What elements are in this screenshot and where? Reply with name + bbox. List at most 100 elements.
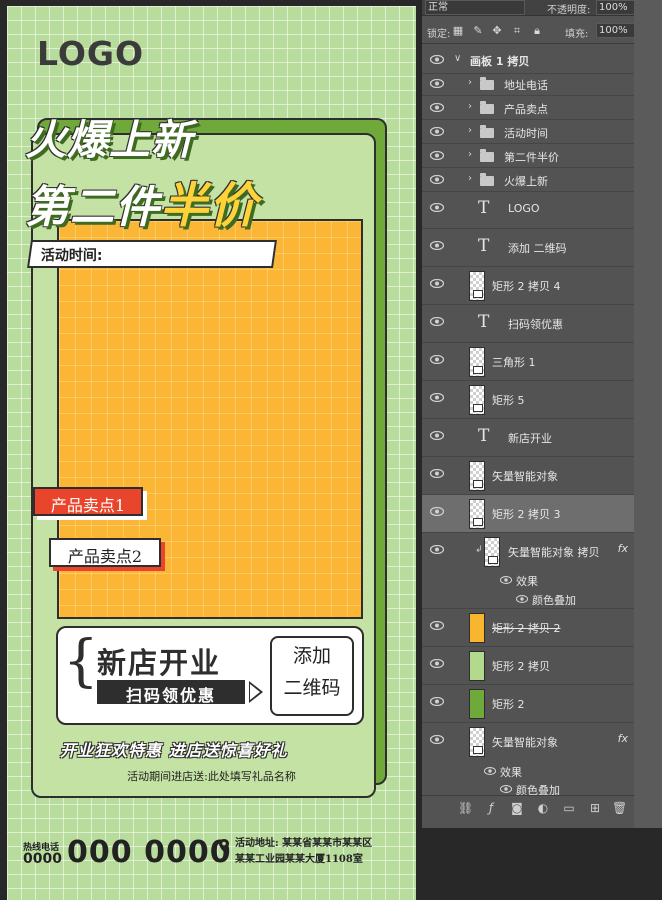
fx-icon[interactable]: ƒ: [484, 801, 498, 815]
eye-icon[interactable]: [430, 151, 444, 160]
move-lock-icon[interactable]: ✥: [491, 25, 503, 37]
checker-lock-icon[interactable]: ▦: [452, 25, 464, 37]
layer-row[interactable]: 矩形 2: [422, 685, 634, 723]
new-shop-title: 新店开业: [97, 646, 222, 680]
brush-lock-icon[interactable]: ✎: [472, 25, 484, 37]
layer-row-selected[interactable]: 矩形 2 拷贝 3: [422, 495, 634, 533]
qr-line-2: 二维码: [283, 676, 341, 699]
layer-name: 矩形 2 拷贝 3: [492, 508, 561, 521]
link-icon[interactable]: ⛓︎: [458, 801, 473, 815]
headline-half-price: 第二件半价: [25, 166, 258, 236]
adjustment-icon[interactable]: ◐: [536, 801, 550, 815]
layer-row[interactable]: T 扫码领优惠: [422, 305, 634, 343]
layer-row[interactable]: 矩形 2 拷贝 2: [422, 609, 634, 647]
chevron-right-icon[interactable]: ›: [468, 77, 472, 88]
eye-icon[interactable]: [430, 431, 444, 440]
folder-icon[interactable]: ▭: [562, 801, 576, 815]
fill-input[interactable]: 100%: [596, 23, 636, 38]
folder-icon: [480, 77, 494, 90]
eye-icon[interactable]: [484, 767, 496, 775]
mask-icon[interactable]: ◙: [510, 801, 524, 815]
eye-icon[interactable]: [430, 279, 444, 288]
layer-row[interactable]: › 火爆上新: [422, 168, 634, 192]
layer-thumbnail: [469, 461, 485, 491]
text-layer-icon: T: [478, 312, 490, 332]
eye-icon[interactable]: [430, 735, 444, 744]
padlock-icon[interactable]: 🔒︎: [531, 25, 543, 37]
eye-icon[interactable]: [430, 79, 444, 88]
trash-icon[interactable]: 🗑︎: [612, 801, 627, 815]
eye-icon[interactable]: [430, 393, 444, 402]
eye-icon[interactable]: [430, 203, 444, 212]
layer-row[interactable]: › 产品卖点: [422, 96, 634, 120]
layer-row[interactable]: 矢量智能对象 fx 效果 颜色叠加: [422, 723, 634, 799]
layer-row[interactable]: › 第二件半价: [422, 144, 634, 168]
eye-icon[interactable]: [430, 127, 444, 136]
layer-row[interactable]: 矩形 5: [422, 381, 634, 419]
poster-canvas[interactable]: LOGO 火爆上新 第二件半价 活动时间: 产品卖点1 产品卖点2 { 新店开业…: [7, 6, 416, 900]
eye-icon[interactable]: [430, 317, 444, 326]
text-layer-icon: T: [478, 426, 490, 446]
eye-icon[interactable]: [430, 175, 444, 184]
layer-name: 矩形 2: [492, 698, 525, 711]
layer-name: 第二件半价: [504, 151, 559, 164]
layer-row[interactable]: T 添加 二维码: [422, 229, 634, 267]
eye-icon[interactable]: [430, 545, 444, 554]
eye-icon[interactable]: [430, 621, 444, 630]
layer-row[interactable]: 三角形 1: [422, 343, 634, 381]
eye-icon[interactable]: [430, 241, 444, 250]
layer-row[interactable]: 矢量智能对象: [422, 457, 634, 495]
chevron-right-icon[interactable]: ›: [468, 125, 472, 136]
eye-icon[interactable]: [516, 595, 528, 603]
fx-badge[interactable]: fx: [618, 542, 628, 555]
chevron-right-icon[interactable]: ›: [468, 173, 472, 184]
lock-label: 锁定:: [427, 29, 451, 40]
eye-icon[interactable]: [430, 507, 444, 516]
eye-icon[interactable]: [430, 469, 444, 478]
fx-badge[interactable]: fx: [618, 732, 628, 745]
eye-icon[interactable]: [430, 697, 444, 706]
layer-thumbnail: [469, 271, 485, 301]
selling-point-2-tag: 产品卖点2: [49, 538, 161, 567]
layer-row[interactable]: 矩形 2 拷贝 4: [422, 267, 634, 305]
scan-coupon-bar: 扫码领优惠: [97, 680, 245, 705]
layers-bottom-toolbar: ⛓︎ ƒ ◙ ◐ ▭ ⊞ 🗑︎: [422, 795, 634, 819]
layer-row[interactable]: 矩形 2 拷贝: [422, 647, 634, 685]
layer-name: 扫码领优惠: [508, 318, 563, 331]
layer-row[interactable]: › 活动时间: [422, 120, 634, 144]
layer-row[interactable]: ∨ 画板 1 拷贝: [422, 46, 634, 74]
eye-icon[interactable]: [500, 785, 512, 793]
eye-icon[interactable]: [430, 55, 444, 64]
text-layer-icon: T: [478, 236, 490, 256]
opacity-input[interactable]: 100%: [596, 0, 636, 15]
eye-icon[interactable]: [500, 576, 512, 584]
opacity-label: 不透明度:: [547, 5, 591, 16]
qr-line-1: 添加: [292, 645, 331, 667]
lock-row: 锁定: ▦ ✎ ✥ ⌗ 🔒︎ 填充: 100%: [422, 20, 662, 44]
layer-row[interactable]: T LOGO: [422, 191, 634, 229]
eye-icon[interactable]: [430, 355, 444, 364]
layer-name: 新店开业: [508, 432, 552, 445]
artboard-lock-icon[interactable]: ⌗: [511, 25, 523, 37]
layer-name: 火爆上新: [504, 175, 548, 188]
folder-icon: [480, 101, 494, 114]
new-layer-icon[interactable]: ⊞: [588, 801, 602, 815]
chevron-right-icon[interactable]: ›: [468, 101, 472, 112]
selling-point-2-text: 产品卖点2: [67, 547, 143, 566]
layer-name: 地址电话: [504, 79, 548, 92]
eye-icon[interactable]: [430, 659, 444, 668]
layer-row[interactable]: ↲ 矢量智能对象 拷贝 fx 效果 颜色叠加: [422, 533, 634, 609]
chevron-right-icon[interactable]: ›: [468, 149, 472, 160]
layer-row[interactable]: T 新店开业: [422, 419, 634, 457]
address-line-1: 活动地址: 某某省某某市某某区: [235, 838, 373, 849]
color-overlay-label: 颜色叠加: [532, 594, 576, 607]
eye-icon[interactable]: [430, 103, 444, 112]
chevron-down-icon[interactable]: ∨: [454, 53, 461, 64]
layer-row[interactable]: › 地址电话: [422, 72, 634, 96]
blend-mode-select[interactable]: 正常: [425, 0, 525, 15]
effects-label: 效果: [516, 575, 538, 588]
brace-icon: {: [63, 629, 99, 694]
layer-thumbnail: [469, 651, 485, 681]
layer-name: 矩形 2 拷贝: [492, 660, 550, 673]
headline-hot-new: 火爆上新: [25, 116, 193, 164]
